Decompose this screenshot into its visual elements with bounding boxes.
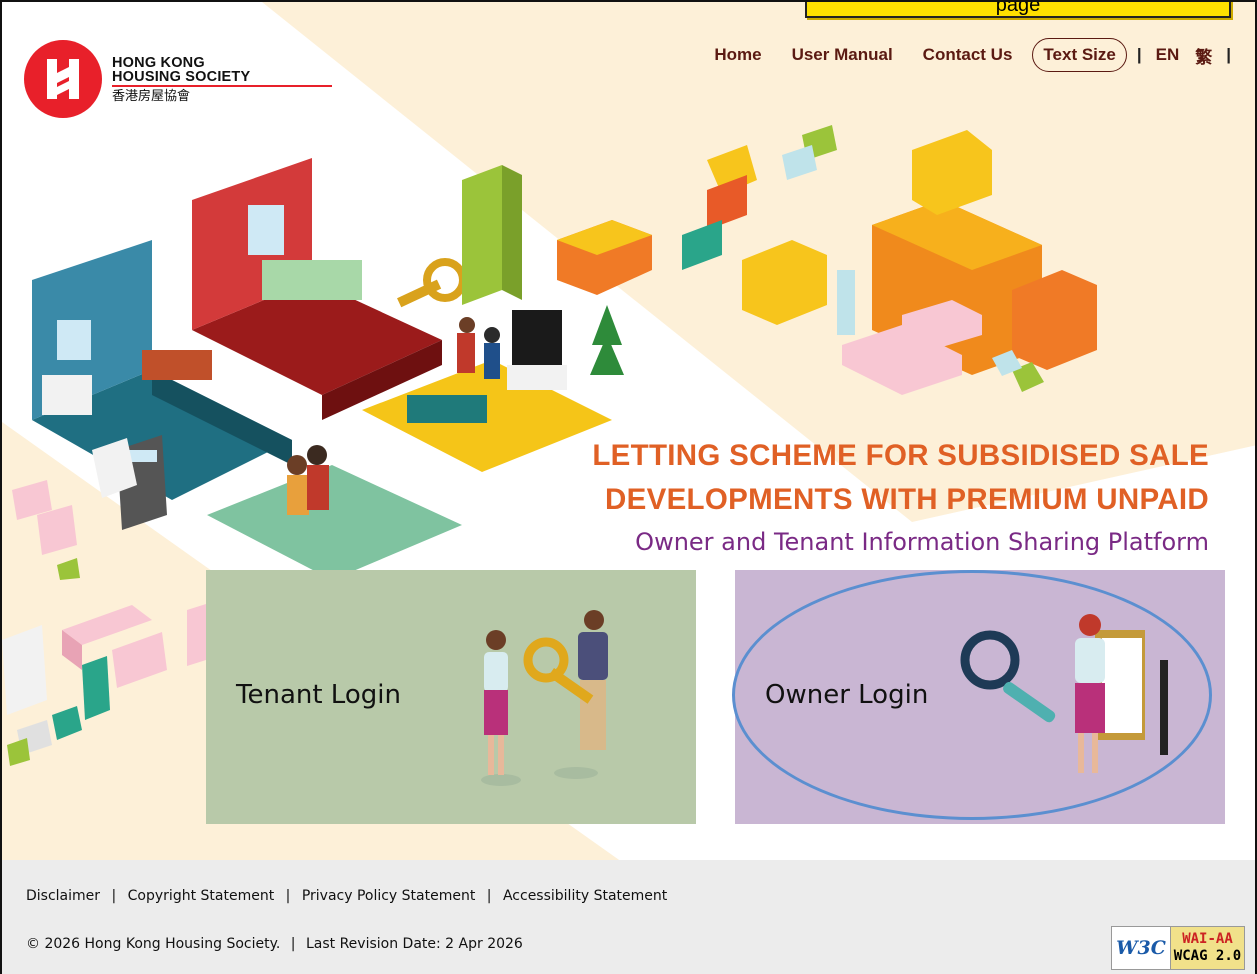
footer-links: Disclaimer | Copyright Statement | Priva… bbox=[26, 888, 667, 904]
footer-disclaimer-link[interactable]: Disclaimer bbox=[26, 888, 100, 904]
wcag-badge[interactable]: W3C WAI-AA WCAG 2.0 bbox=[1111, 926, 1245, 970]
owner-login-card[interactable]: Owner Login bbox=[735, 570, 1225, 824]
brand-name-line1: HONG KONG bbox=[112, 54, 205, 71]
headline-line2: DEVELOPMENTS WITH PREMIUM UNPAID bbox=[605, 483, 1209, 516]
page-frame: page HONG KONG HOUSING SOCIETY 香港房屋協會 Ho… bbox=[0, 0, 1257, 974]
last-revision-date: Last Revision Date: 2 Apr 2026 bbox=[305, 936, 523, 952]
tenant-handover-key-icon bbox=[481, 610, 608, 786]
footer-separator: | bbox=[290, 936, 296, 952]
w3c-logo-icon: W3C bbox=[1116, 937, 1166, 959]
nav-contact-us-link[interactable]: Contact Us bbox=[908, 45, 1028, 65]
owner-login-label: Owner Login bbox=[765, 680, 929, 710]
footer-separator: | bbox=[486, 888, 492, 904]
top-nav: Home User Manual Contact Us Text Size | … bbox=[699, 38, 1237, 72]
nav-separator: | bbox=[1226, 45, 1231, 64]
annotation-callout: page bbox=[805, 0, 1231, 18]
lang-zh-link[interactable]: 繁 bbox=[1187, 43, 1220, 68]
nav-separator: | bbox=[1136, 45, 1142, 64]
footer-accessibility-link[interactable]: Accessibility Statement bbox=[503, 888, 667, 904]
owner-magnifier-clipboard-icon bbox=[960, 614, 1168, 773]
brand-name-zh: 香港房屋協會 bbox=[112, 87, 191, 103]
brand-logo[interactable]: HONG KONG HOUSING SOCIETY 香港房屋協會 bbox=[24, 40, 332, 118]
copyright-notice: © 2026 Hong Kong Housing Society. bbox=[26, 936, 281, 952]
page-footer: Disclaimer | Copyright Statement | Priva… bbox=[2, 860, 1255, 974]
brand-underline bbox=[112, 84, 332, 87]
tenant-login-card[interactable]: Tenant Login bbox=[206, 570, 696, 824]
tenant-login-label: Tenant Login bbox=[236, 680, 401, 710]
scheme-headline: LETTING SCHEME FOR SUBSIDISED SALE DEVEL… bbox=[592, 434, 1209, 562]
wai-aa-label: WAI-AA bbox=[1182, 931, 1233, 947]
text-size-button[interactable]: Text Size bbox=[1032, 38, 1127, 72]
nav-user-manual-link[interactable]: User Manual bbox=[777, 45, 908, 65]
decorative-blocks-left bbox=[2, 604, 206, 766]
footer-copyright-text: © 2026 Hong Kong Housing Society. | Last… bbox=[26, 936, 523, 952]
headline-line1: LETTING SCHEME FOR SUBSIDISED SALE bbox=[592, 439, 1209, 472]
wcag-level-text: WAI-AA WCAG 2.0 bbox=[1170, 927, 1244, 969]
footer-privacy-link[interactable]: Privacy Policy Statement bbox=[302, 888, 476, 904]
annotation-callout-text: page bbox=[995, 0, 1041, 16]
hkhs-logo-icon bbox=[24, 40, 102, 118]
lang-en-link[interactable]: EN bbox=[1148, 45, 1188, 65]
footer-separator: | bbox=[111, 888, 117, 904]
footer-copyright-link[interactable]: Copyright Statement bbox=[128, 888, 275, 904]
wcag-version-label: WCAG 2.0 bbox=[1173, 948, 1242, 964]
brand-name: HONG KONG HOUSING SOCIETY 香港房屋協會 bbox=[112, 54, 332, 103]
footer-separator: | bbox=[285, 888, 291, 904]
nav-home-link[interactable]: Home bbox=[699, 45, 776, 65]
headline-subtitle: Owner and Tenant Information Sharing Pla… bbox=[635, 528, 1209, 556]
brand-name-line2: HOUSING SOCIETY bbox=[112, 68, 251, 85]
